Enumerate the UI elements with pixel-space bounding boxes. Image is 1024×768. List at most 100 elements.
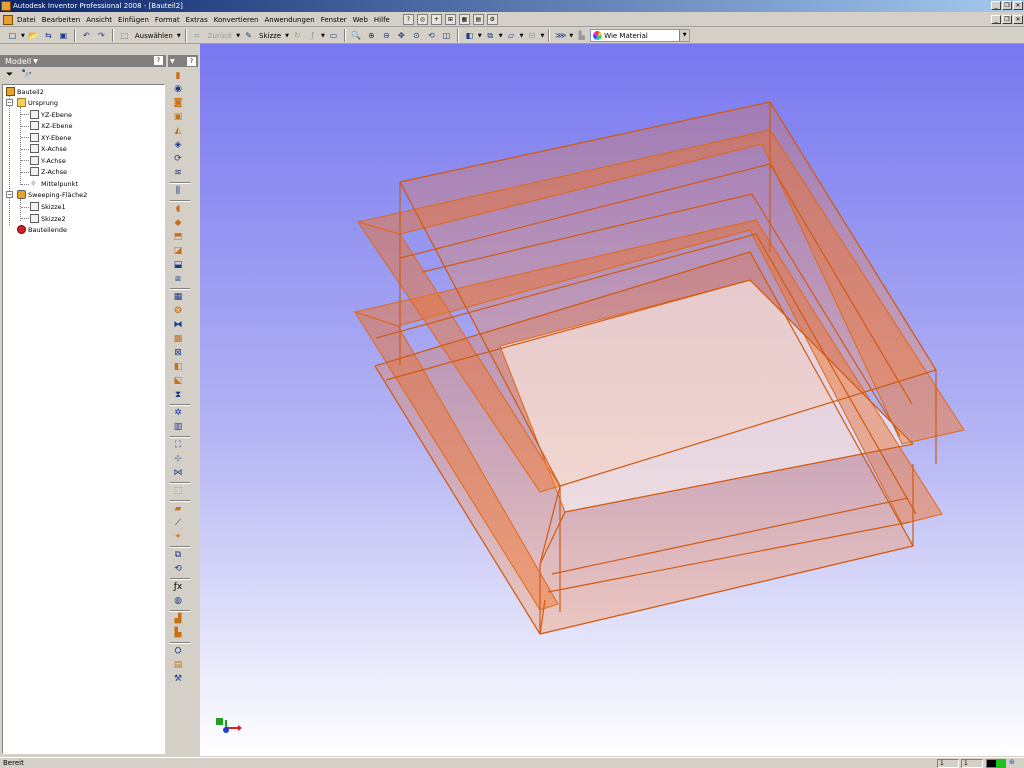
inventor-app-icon[interactable]	[1, 1, 11, 11]
select-label[interactable]: Auswählen	[133, 32, 175, 40]
restore-button[interactable]: ❐	[1002, 1, 1012, 10]
move-face-icon[interactable]: ⬓	[171, 259, 185, 271]
panel-help-icon[interactable]: ?	[187, 56, 196, 66]
loft-icon[interactable]: ◈	[171, 139, 185, 151]
rib-icon[interactable]: ◭	[171, 125, 185, 137]
ground-shadow-icon[interactable]: ▱	[505, 29, 518, 42]
thicken-icon[interactable]: ▩	[171, 333, 185, 345]
create-imate-icon[interactable]: ▙	[171, 627, 185, 639]
whats-new-icon[interactable]: ?	[402, 14, 414, 25]
tree-node-sketch2[interactable]: Skizze2	[30, 213, 66, 224]
mirror-icon[interactable]: ⧓	[171, 319, 185, 331]
derived-component-icon[interactable]: ⛶	[171, 439, 185, 451]
revolve-icon[interactable]: ◉	[171, 83, 185, 95]
slice-dropdown-icon[interactable]: ▼	[540, 33, 544, 39]
copy-object-icon[interactable]: ⊹	[171, 453, 185, 465]
thread-icon[interactable]: ⫼	[171, 185, 185, 197]
redo-icon[interactable]: ↷	[95, 29, 108, 42]
shell-icon[interactable]: ▣	[171, 111, 185, 123]
chamfer-icon[interactable]: ◆	[171, 217, 185, 229]
design-doctor-icon[interactable]: ⋙	[554, 29, 567, 42]
minimize-button[interactable]: _	[991, 1, 1001, 10]
menu-format[interactable]: Format	[152, 16, 183, 24]
panel-menu-arrow-icon[interactable]: ▼	[170, 58, 175, 65]
browser-menu-arrow-icon[interactable]: ▼	[33, 58, 38, 65]
project-icon[interactable]: ⇆	[42, 29, 55, 42]
plus-icon[interactable]: +	[430, 14, 442, 25]
doc-minimize-button[interactable]: _	[991, 15, 1001, 24]
fillet-icon[interactable]: ◖	[171, 203, 185, 215]
collapse-sweep-icon[interactable]: −	[6, 191, 13, 198]
tree-node-center-point[interactable]: ✧ Mittelpunkt	[30, 178, 78, 189]
display-mode-icon[interactable]: ◧	[463, 29, 476, 42]
sketch-dropdown-icon[interactable]: ▼	[285, 33, 289, 39]
collapse-origin-icon[interactable]: −	[6, 99, 13, 106]
zoom-selected-icon[interactable]: ⊙	[410, 29, 423, 42]
browser-help-icon[interactable]: ?	[154, 56, 163, 65]
trust-center-icon[interactable]: ⊛	[1009, 758, 1021, 768]
zoom-window-icon[interactable]: ⊕	[365, 29, 378, 42]
menu-konvertieren[interactable]: Konvertieren	[211, 16, 262, 24]
parameters-panel-icon[interactable]: ƒx	[171, 581, 185, 593]
analysis-tool-icon[interactable]: ⚒	[171, 673, 185, 685]
tree-node-origin[interactable]: Ursprung	[17, 97, 58, 108]
open-file-icon[interactable]: 📂	[27, 29, 40, 42]
close-button[interactable]: ✕	[1013, 1, 1023, 10]
pan-icon[interactable]: ✥	[395, 29, 408, 42]
tree-node-y-axis[interactable]: Y-Achse	[30, 155, 66, 166]
measure-icon[interactable]: ▭	[327, 29, 340, 42]
insert-feature-icon[interactable]: ▤	[171, 659, 185, 671]
work-axis-icon[interactable]: ▰	[171, 503, 185, 515]
back-dropdown-icon[interactable]: ▼	[236, 33, 240, 39]
hierarchy-icon[interactable]: ⊞	[444, 14, 456, 25]
tree-node-sweep-surface[interactable]: Sweeping-Fläche2	[17, 189, 87, 200]
menu-datei[interactable]: Datei	[14, 16, 39, 24]
catalog-icon[interactable]: ▦	[458, 14, 470, 25]
work-point-icon[interactable]: ✦	[171, 531, 185, 543]
work-plane-icon[interactable]: ⬚	[171, 485, 185, 497]
work-line-icon[interactable]: ⟋	[171, 517, 185, 529]
display-dropdown-icon[interactable]: ▼	[478, 33, 482, 39]
sketch-label[interactable]: Skizze	[257, 32, 283, 40]
hole-icon[interactable]: ◙	[171, 97, 185, 109]
doctor-dropdown-icon[interactable]: ▼	[569, 33, 573, 39]
ucs-icon[interactable]: ⧉	[171, 549, 185, 561]
menu-bearbeiten[interactable]: Bearbeiten	[39, 16, 83, 24]
material-dropdown-arrow-icon[interactable]: ▼	[679, 30, 690, 41]
face-draft-icon[interactable]: ⬒	[171, 231, 185, 243]
sculpt-icon[interactable]: ⧗	[171, 389, 185, 401]
update-icon[interactable]: ↻	[291, 29, 304, 42]
design-assistant-icon[interactable]: ◎	[416, 14, 428, 25]
extrude-icon[interactable]: ▮	[171, 70, 185, 82]
zoom-icon[interactable]: ⊖	[380, 29, 393, 42]
emboss-icon[interactable]: ▥	[171, 421, 185, 433]
tree-node-yz-plane[interactable]: YZ-Ebene	[30, 109, 72, 120]
rotate-icon[interactable]: ⟲	[425, 29, 438, 42]
camera-icon[interactable]: ⧉	[484, 29, 497, 42]
tree-node-x-axis[interactable]: X-Achse	[30, 143, 67, 154]
sweep-tool-icon[interactable]: ⟳	[171, 153, 185, 165]
panel-bar-header[interactable]: ▼ ?	[168, 55, 198, 67]
parameters-dropdown-icon[interactable]: ▼	[321, 33, 325, 39]
slice-icon[interactable]: ⊟	[525, 29, 538, 42]
shadow-dropdown-icon[interactable]: ▼	[520, 33, 524, 39]
new-dropdown-icon[interactable]: ▼	[21, 33, 25, 39]
circular-pattern-icon[interactable]: ❂	[171, 305, 185, 317]
parameters-icon[interactable]: ƒ	[306, 29, 319, 42]
decal-icon[interactable]: ✲	[171, 407, 185, 419]
browser-title[interactable]: Modell	[5, 57, 31, 66]
create-ipart-icon[interactable]: ▟	[171, 613, 185, 625]
tree-node-end-of-part[interactable]: Bauteilende	[17, 224, 67, 235]
model-tree[interactable]: Bauteil2 − Ursprung YZ-Ebene XZ-Ebene XY…	[2, 84, 165, 754]
menu-ansicht[interactable]: Ansicht	[83, 16, 115, 24]
ilogic-icon[interactable]: ◍	[171, 595, 185, 607]
doc-close-button[interactable]: ✕	[1013, 15, 1023, 24]
zoom-all-icon[interactable]: 🔍	[350, 29, 363, 42]
document-icon[interactable]	[3, 14, 13, 25]
stitch-icon[interactable]: ⊠	[171, 347, 185, 359]
save-icon[interactable]: ▣	[57, 29, 70, 42]
extend-icon[interactable]: ◧	[171, 361, 185, 373]
combine-icon[interactable]: ⧈	[171, 273, 185, 285]
tree-node-z-axis[interactable]: Z-Achse	[30, 166, 67, 177]
tree-node-sketch1[interactable]: Skizze1	[30, 201, 66, 212]
